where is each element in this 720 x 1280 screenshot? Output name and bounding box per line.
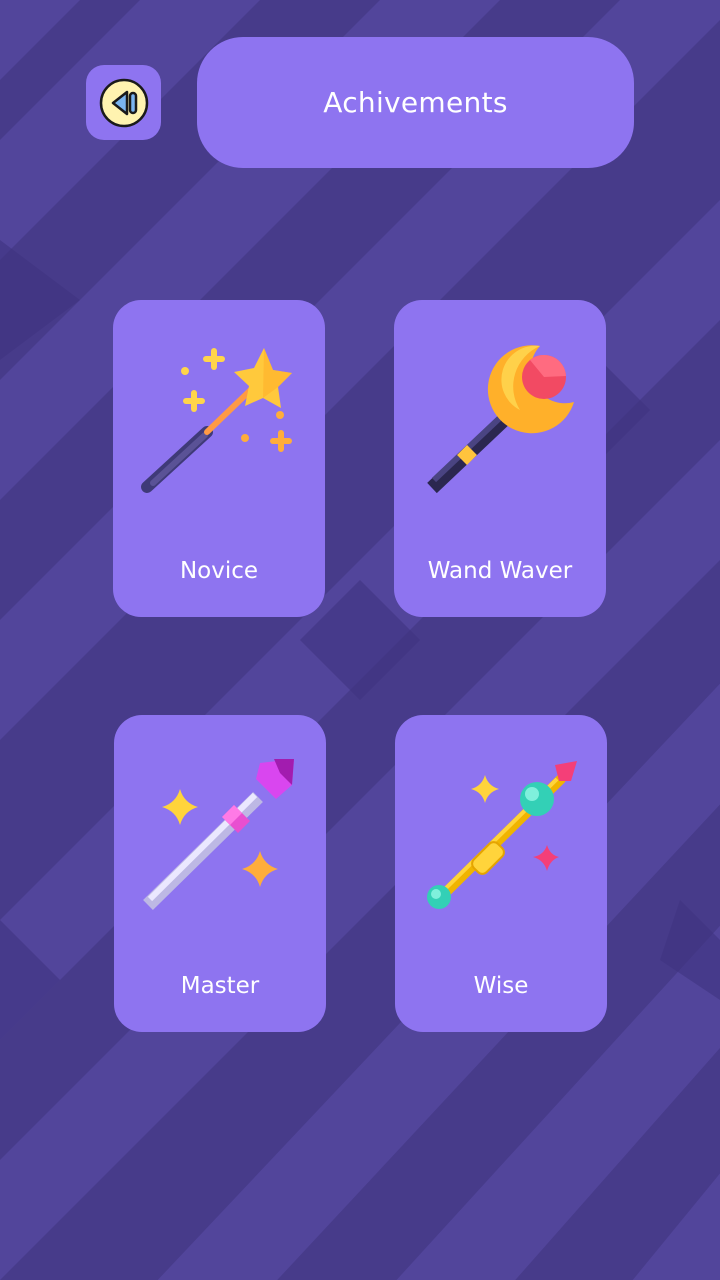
achievement-label: Novice bbox=[179, 558, 259, 584]
achievement-card-wise[interactable]: Wise bbox=[395, 715, 607, 1032]
achievement-card-novice[interactable]: Novice bbox=[113, 300, 325, 617]
achievement-label: Wise bbox=[473, 973, 529, 999]
achievement-label: Master bbox=[180, 973, 260, 999]
background-pattern bbox=[0, 0, 720, 1280]
crystal-wand-icon bbox=[143, 759, 294, 910]
page-title: Achivements bbox=[323, 86, 508, 119]
achievement-label: Wand Waver bbox=[427, 558, 573, 584]
header-title-panel: Achivements bbox=[197, 37, 634, 168]
star-wand-icon bbox=[141, 348, 292, 493]
moon-orb-wand-icon bbox=[427, 345, 574, 494]
achievement-card-wand-waver[interactable]: Wand Waver bbox=[394, 300, 606, 617]
jeweled-staff-icon bbox=[427, 761, 577, 909]
back-arrow-icon bbox=[99, 78, 148, 127]
back-button[interactable] bbox=[86, 65, 161, 140]
achievement-card-master[interactable]: Master bbox=[114, 715, 326, 1032]
